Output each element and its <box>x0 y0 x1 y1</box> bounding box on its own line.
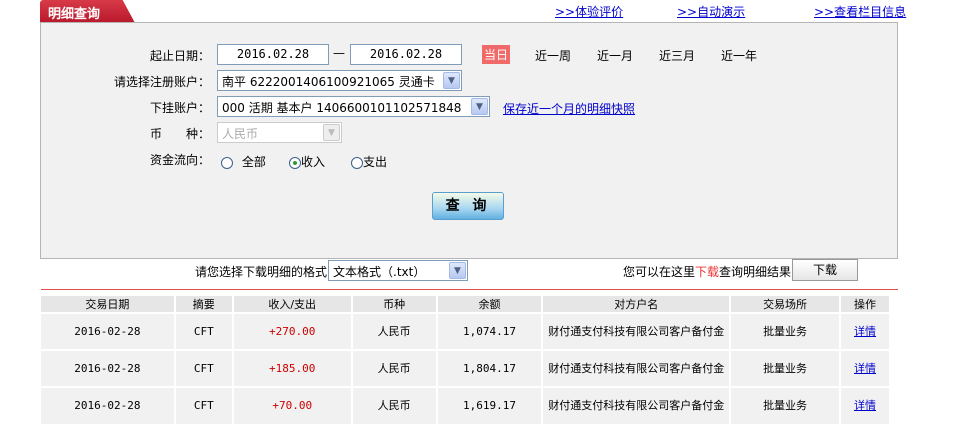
cell-counterparty: 财付通支付科技有限公司客户备付金 <box>542 386 732 424</box>
currency-select: 人民币 ▼ <box>217 122 342 143</box>
flow-label: 资金流向： <box>149 153 210 167</box>
radio-icon <box>221 156 233 169</box>
detail-link[interactable]: 详情 <box>854 325 876 338</box>
range-year[interactable]: 近一年 <box>721 47 757 64</box>
sub-account-value: 000 活期 基本户 1406600101102571848 <box>222 101 462 115</box>
chevron-down-icon: ▼ <box>471 98 488 115</box>
currency-label: 币 种： <box>149 127 210 141</box>
link-label: 体验评价 <box>575 5 624 19</box>
format-label: 请您选择下载明细的格式 <box>195 265 328 279</box>
divider <box>41 289 898 290</box>
cell-venue: 批量业务 <box>730 386 841 424</box>
col-counterparty: 对方户名 <box>542 296 732 313</box>
download-button[interactable]: 下载 <box>792 259 858 281</box>
cell-balance: 1,074.17 <box>436 312 544 350</box>
cell-date: 2016-02-28 <box>41 386 176 424</box>
table-row: 2016-02-28 CFT +70.00 人民币 1,619.17 财付通支付… <box>41 386 892 424</box>
range-week[interactable]: 近一周 <box>535 47 571 64</box>
flow-radio-all[interactable]: 全部 <box>221 153 266 170</box>
cell-summary: CFT <box>174 349 234 387</box>
cell-amount: +270.00 <box>232 312 353 350</box>
link-feedback[interactable]: >>体验评价 <box>555 3 623 20</box>
radio-icon <box>351 156 363 169</box>
cell-currency: 人民币 <box>351 349 438 387</box>
query-button[interactable]: 查 询 <box>432 192 504 220</box>
col-amount: 收入/支出 <box>232 296 353 313</box>
link-label: 自动演示 <box>697 5 746 19</box>
chevron-down-icon: ▼ <box>443 72 460 89</box>
link-prefix: >> <box>814 5 835 19</box>
cell-summary: CFT <box>174 312 234 350</box>
range-month[interactable]: 近一月 <box>597 47 633 64</box>
cell-amount: +70.00 <box>232 386 353 424</box>
link-column-info[interactable]: >>查看栏目信息 <box>814 3 906 20</box>
link-auto-demo[interactable]: >>自动演示 <box>677 3 745 20</box>
date-separator: — <box>333 46 345 60</box>
chevron-down-icon: ▼ <box>323 124 340 141</box>
start-date-input[interactable]: 2016.02.28 <box>217 44 329 65</box>
tab-detail-query[interactable]: 明细查询 <box>40 0 135 23</box>
range-today[interactable]: 当日 <box>482 45 511 64</box>
cell-counterparty: 财付通支付科技有限公司客户备付金 <box>542 349 732 387</box>
snapshot-link[interactable]: 保存近一个月的明细快照 <box>503 100 635 117</box>
col-date: 交易日期 <box>41 296 176 313</box>
sub-account-select[interactable]: 000 活期 基本户 1406600101102571848 ▼ <box>217 96 490 117</box>
format-value: 文本格式（.txt） <box>333 265 426 279</box>
cell-currency: 人民币 <box>351 312 438 350</box>
radio-checked-icon <box>289 156 301 169</box>
cell-venue: 批量业务 <box>730 349 841 387</box>
range-3months[interactable]: 近三月 <box>659 47 695 64</box>
detail-link[interactable]: 详情 <box>854 362 876 375</box>
col-currency: 币种 <box>351 296 438 313</box>
date-label: 起止日期： <box>149 49 210 63</box>
format-select[interactable]: 文本格式（.txt） ▼ <box>328 260 468 281</box>
link-prefix: >> <box>555 5 576 19</box>
cell-summary: CFT <box>174 386 234 424</box>
cell-date: 2016-02-28 <box>41 312 176 350</box>
col-balance: 余额 <box>436 296 544 313</box>
detail-link[interactable]: 详情 <box>854 399 876 412</box>
cell-date: 2016-02-28 <box>41 349 176 387</box>
end-date-input[interactable]: 2016.02.28 <box>350 44 462 65</box>
col-venue: 交易场所 <box>730 296 841 313</box>
sub-account-label: 下挂账户： <box>149 101 210 115</box>
col-summary: 摘要 <box>174 296 234 313</box>
cell-balance: 1,804.17 <box>436 349 544 387</box>
account-label: 请选择注册账户： <box>113 75 210 89</box>
hint-text: 您可以在这里 <box>623 265 696 279</box>
link-label: 查看栏目信息 <box>834 5 907 19</box>
radio-label: 全部 <box>241 155 266 169</box>
cell-currency: 人民币 <box>351 386 438 424</box>
flow-radio-expense[interactable]: 支出 <box>351 153 387 170</box>
account-value: 南平 6222001406100921065 灵通卡 <box>222 75 435 89</box>
account-select[interactable]: 南平 6222001406100921065 灵通卡 ▼ <box>217 70 462 91</box>
cell-amount: +185.00 <box>232 349 353 387</box>
table-row: 2016-02-28 CFT +270.00 人民币 1,074.17 财付通支… <box>41 312 892 350</box>
cell-counterparty: 财付通支付科技有限公司客户备付金 <box>542 312 732 350</box>
flow-radio-income[interactable]: 收入 <box>289 153 325 170</box>
download-hint: 您可以在这里下载查询明细结果 <box>623 263 791 280</box>
hint-highlight: 下载 <box>695 265 720 279</box>
hint-text: 查询明细结果 <box>719 265 792 279</box>
radio-label: 收入 <box>301 155 326 169</box>
cell-balance: 1,619.17 <box>436 386 544 424</box>
col-action: 操作 <box>839 296 892 313</box>
radio-label: 支出 <box>363 155 388 169</box>
transaction-table: 交易日期 摘要 收入/支出 币种 余额 对方户名 交易场所 操作 2016-02… <box>41 296 892 424</box>
cell-venue: 批量业务 <box>730 312 841 350</box>
link-prefix: >> <box>677 5 698 19</box>
table-row: 2016-02-28 CFT +185.00 人民币 1,804.17 财付通支… <box>41 349 892 387</box>
currency-value: 人民币 <box>222 127 259 141</box>
table-header: 交易日期 摘要 收入/支出 币种 余额 对方户名 交易场所 操作 <box>41 296 892 313</box>
chevron-down-icon: ▼ <box>449 262 466 279</box>
